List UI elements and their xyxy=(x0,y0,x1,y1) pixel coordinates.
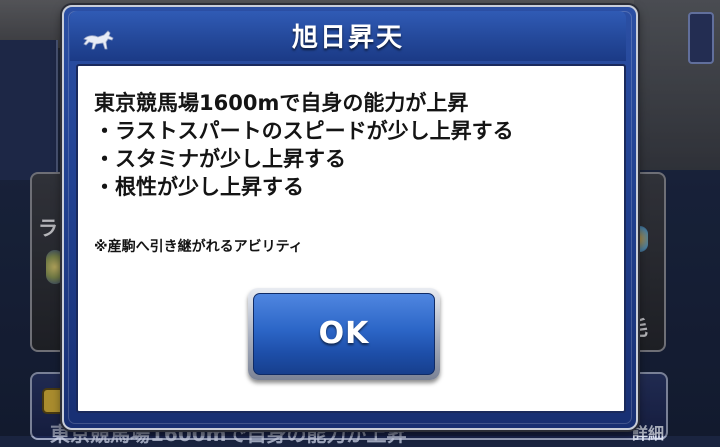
ok-button-label: OK xyxy=(318,316,370,351)
description-line: ・スタミナが少し上昇する xyxy=(94,147,346,171)
ability-description-panel: 東京競馬場1600mで自身の能力が上昇 ・ラストスパートのスピードが少し上昇する… xyxy=(76,64,626,413)
ok-button[interactable]: OK xyxy=(248,288,440,380)
description-line: 東京競馬場1600mで自身の能力が上昇 xyxy=(94,91,469,115)
ability-dialog: 旭日昇天 東京競馬場1600mで自身の能力が上昇 ・ラストスパートのスピードが少… xyxy=(62,5,638,430)
ok-button-face[interactable]: OK xyxy=(253,293,435,375)
dialog-title-bar: 旭日昇天 xyxy=(70,11,626,61)
inheritance-note: ※産駒へ引き継がれるアビリティ xyxy=(94,239,303,255)
dialog-title: 旭日昇天 xyxy=(291,23,404,53)
description-line: ・根性が少し上昇する xyxy=(94,175,304,199)
description-line: ・ラストスパートのスピードが少し上昇する xyxy=(94,119,514,143)
